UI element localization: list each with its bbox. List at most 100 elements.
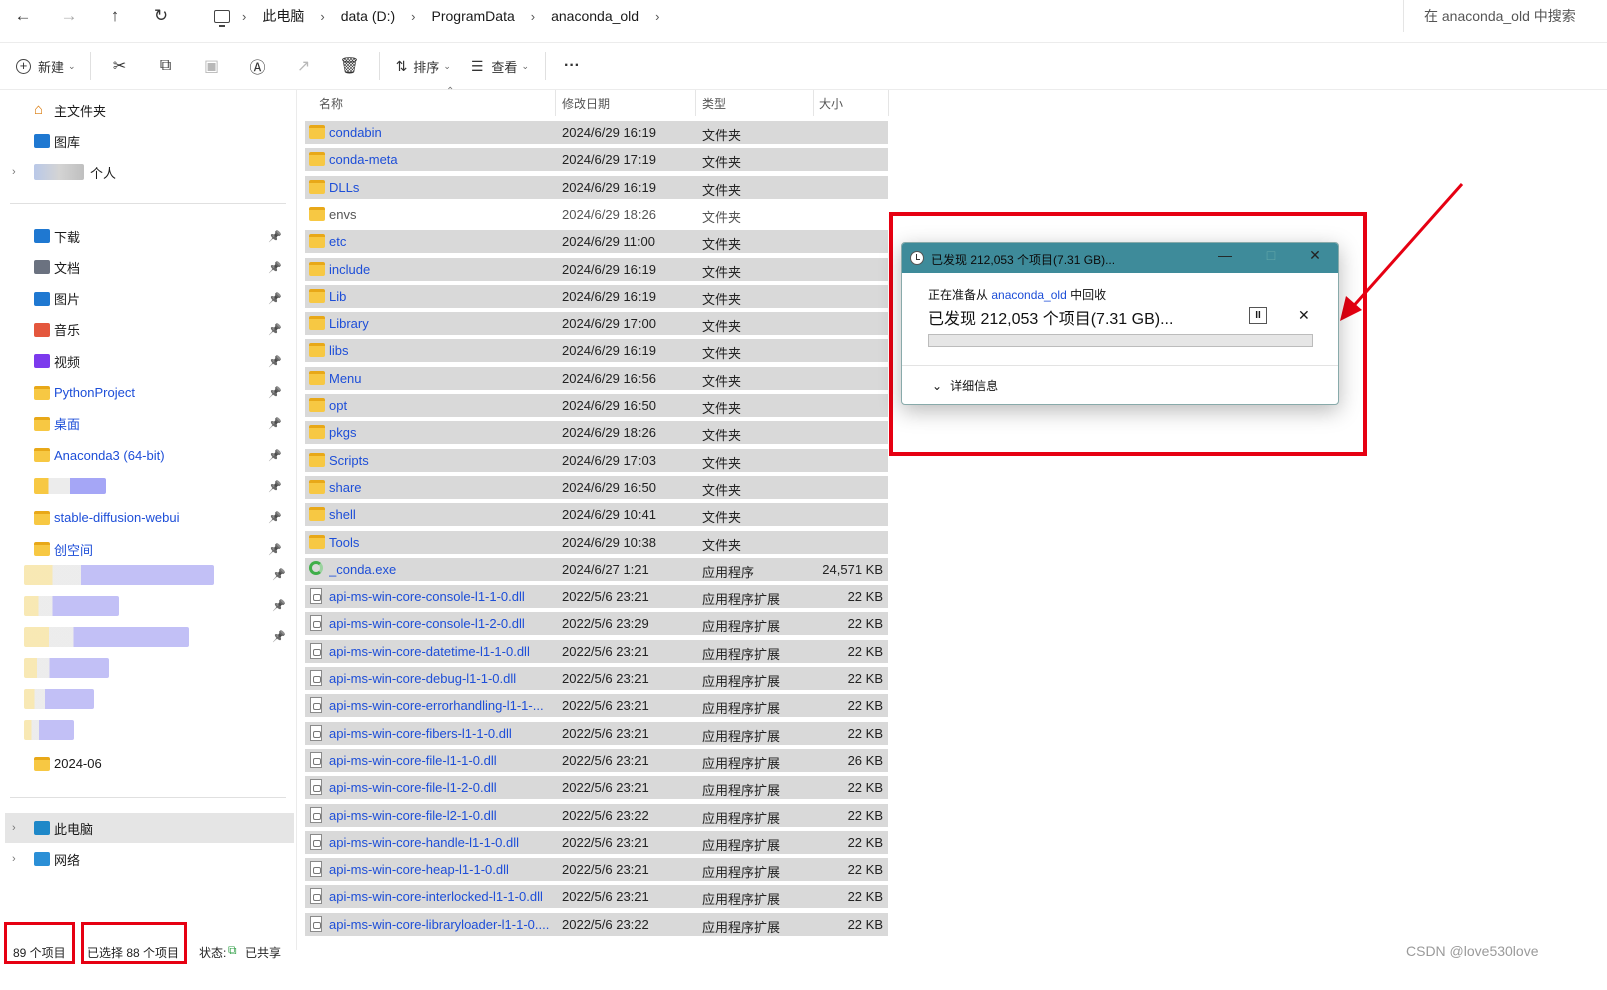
file-row[interactable]: api-ms-win-core-datetime-l1-1-0.dll 2022/… <box>305 639 888 663</box>
sidebar-item-quick-access[interactable]: 创空间 📌 <box>0 534 294 564</box>
chevron-right-icon[interactable]: › <box>236 9 252 24</box>
sidebar-item-quick-access[interactable]: PythonProject 📌 <box>0 378 294 408</box>
sidebar-item-quick-access[interactable]: 视频 📌 <box>0 346 294 376</box>
sidebar-item-quick-access[interactable]: 音乐 📌 <box>0 315 294 345</box>
minimize-button[interactable]: — <box>1210 247 1240 269</box>
cancel-icon-button[interactable]: ✕ <box>1298 307 1310 324</box>
sidebar-item-label: PythonProject <box>54 385 135 400</box>
more-options-button[interactable]: ··· <box>552 48 592 84</box>
file-row[interactable]: api-ms-win-core-heap-l1-1-0.dll 2022/5/6 … <box>305 858 888 882</box>
breadcrumb-item[interactable]: data (D:) <box>331 8 405 24</box>
sidebar-item-personal[interactable]: › 个人 <box>0 157 294 187</box>
file-name: api-ms-win-core-errorhandling-l1-1-... <box>329 698 544 714</box>
rename-button[interactable]: Ⓐ <box>235 48 281 84</box>
file-name: api-ms-win-core-handle-l1-1-0.dll <box>329 834 520 850</box>
dll-file-icon <box>310 888 322 905</box>
delete-button[interactable]: 🗑 <box>327 48 373 84</box>
column-divider[interactable] <box>888 90 889 116</box>
chevron-right-icon[interactable]: › <box>12 822 16 834</box>
sidebar-item-quick-access[interactable]: 📌 <box>0 471 294 501</box>
search-input[interactable]: 在 anaconda_old 中搜索 <box>1403 0 1607 32</box>
chevron-right-icon[interactable]: › <box>649 9 665 24</box>
dialog-title-bar[interactable]: 已发现 212,053 个项目(7.31 GB)... — □ ✕ <box>902 243 1338 273</box>
pause-button[interactable]: II <box>1249 307 1267 324</box>
column-header-date[interactable]: 修改日期 <box>554 90 694 116</box>
file-row[interactable]: api-ms-win-core-interlocked-l1-1-0.dll 20… <box>305 885 888 909</box>
file-row[interactable]: api-ms-win-core-fibers-l1-1-0.dll 2022/5/… <box>305 721 888 745</box>
file-row[interactable]: api-ms-win-core-handle-l1-1-0.dll 2022/5/… <box>305 830 888 854</box>
new-button[interactable]: + 新建 ⌄ <box>16 48 76 84</box>
file-row[interactable]: Menu 2024/6/29 16:56 文件夹 <box>305 366 888 390</box>
sidebar-item-folder[interactable]: 2024-06 <box>0 748 294 778</box>
file-row[interactable]: DLLs 2024/6/29 16:19 文件夹 <box>305 175 888 199</box>
file-row[interactable]: api-ms-win-core-file-l2-1-0.dll 2022/5/6 … <box>305 803 888 827</box>
paste-button[interactable]: ▣ <box>189 48 235 84</box>
forward-button[interactable]: → <box>46 0 92 32</box>
folder-link[interactable]: anaconda_old <box>991 288 1066 302</box>
chevron-right-icon[interactable]: › <box>12 166 16 178</box>
chevron-down-icon: ⌄ <box>443 60 451 71</box>
monitor-icon[interactable] <box>214 9 230 27</box>
file-row[interactable]: api-ms-win-core-console-l1-2-0.dll 2022/5… <box>305 612 888 636</box>
sidebar-item-quick-access[interactable]: 图片 📌 <box>0 284 294 314</box>
file-row[interactable]: include 2024/6/29 16:19 文件夹 <box>305 257 888 281</box>
file-row[interactable]: _conda.exe 2024/6/27 1:21 应用程序 24,571 KB <box>305 557 888 581</box>
column-header-type[interactable]: 类型 <box>694 90 812 116</box>
back-button[interactable]: ← <box>0 0 46 32</box>
maximize-button[interactable]: □ <box>1256 247 1286 269</box>
chevron-right-icon[interactable]: › <box>12 853 16 865</box>
file-row[interactable]: condabin 2024/6/29 16:19 文件夹 <box>305 121 888 144</box>
file-date: 2022/5/6 23:22 <box>562 916 649 932</box>
file-row[interactable]: Library 2024/6/29 17:00 文件夹 <box>305 312 888 336</box>
sidebar-item-gallery[interactable]: 图库 <box>0 126 294 156</box>
file-type: 应用程序扩展 <box>702 592 781 608</box>
file-row[interactable]: Tools 2024/6/29 10:38 文件夹 <box>305 530 888 554</box>
file-row[interactable]: api-ms-win-core-console-l1-1-0.dll 2022/5… <box>305 585 888 609</box>
sidebar-item-network[interactable]: › 网络 <box>0 844 294 874</box>
file-row[interactable]: api-ms-win-core-file-l1-2-0.dll 2022/5/6 … <box>305 776 888 800</box>
chevron-right-icon[interactable]: › <box>314 9 330 24</box>
file-date: 2024/6/29 10:41 <box>562 507 656 523</box>
file-row[interactable]: etc 2024/6/29 11:00 文件夹 <box>305 230 888 254</box>
file-row[interactable]: api-ms-win-core-errorhandling-l1-1-... 20… <box>305 694 888 718</box>
up-button[interactable]: ↑ <box>92 0 138 32</box>
sidebar-item-this-pc[interactable]: › 此电脑 <box>5 813 294 843</box>
file-name: Tools <box>329 534 360 550</box>
file-row[interactable]: Scripts 2024/6/29 17:03 文件夹 <box>305 448 888 472</box>
file-row[interactable]: envs 2024/6/29 18:26 文件夹 <box>305 203 888 226</box>
sidebar-item-quick-access[interactable]: 文档 📌 <box>0 252 294 282</box>
file-row[interactable]: libs 2024/6/29 16:19 文件夹 <box>305 339 888 363</box>
view-button[interactable]: ☰ 查看 ⌄ <box>461 48 539 84</box>
breadcrumb-item[interactable]: 此电脑 <box>252 6 314 26</box>
column-header-size[interactable]: 大小 <box>811 90 887 116</box>
file-row[interactable]: api-ms-win-core-debug-l1-1-0.dll 2022/5/6… <box>305 667 888 690</box>
close-button[interactable]: ✕ <box>1300 247 1330 269</box>
sort-button[interactable]: ⇅ 排序 ⌄ <box>386 48 461 84</box>
file-row[interactable]: share 2024/6/29 16:50 文件夹 <box>305 475 888 499</box>
share-button[interactable]: ↗ <box>281 48 327 84</box>
file-row[interactable]: Lib 2024/6/29 16:19 文件夹 <box>305 284 888 308</box>
sidebar-item-quick-access[interactable]: stable-diffusion-webui 📌 <box>0 503 294 533</box>
cut-button[interactable]: ✂ <box>97 48 143 84</box>
sidebar-item-quick-access[interactable]: 下载 📌 <box>0 221 294 251</box>
file-date: 2022/5/6 23:21 <box>562 834 649 850</box>
chevron-right-icon[interactable]: › <box>525 9 541 24</box>
column-header-name[interactable]: 名称 ⌃ <box>311 86 555 116</box>
redacted-block <box>34 164 84 180</box>
file-row[interactable]: conda-meta 2024/6/29 17:19 文件夹 <box>305 148 888 172</box>
sidebar-item-home[interactable]: ⌂ 主文件夹 <box>0 95 294 125</box>
refresh-button[interactable]: ↻ <box>138 0 184 32</box>
sidebar-item-quick-access[interactable]: 桌面 📌 <box>0 409 294 439</box>
file-row[interactable]: api-ms-win-core-file-l1-1-0.dll 2022/5/6 … <box>305 748 888 772</box>
file-row[interactable]: api-ms-win-core-libraryloader-l1-1-0....… <box>305 912 888 936</box>
file-row[interactable]: shell 2024/6/29 10:41 文件夹 <box>305 503 888 527</box>
breadcrumb-item[interactable]: anaconda_old <box>541 8 649 24</box>
details-toggle[interactable]: ⌄ 详细信息 <box>932 377 998 394</box>
breadcrumb-item[interactable]: ProgramData <box>422 8 525 24</box>
file-name: api-ms-win-core-console-l1-1-0.dll <box>329 589 525 605</box>
file-row[interactable]: pkgs 2024/6/29 18:26 文件夹 <box>305 421 888 445</box>
copy-button[interactable]: ⧉ <box>143 48 189 84</box>
file-row[interactable]: opt 2024/6/29 16:50 文件夹 <box>305 394 888 417</box>
chevron-right-icon[interactable]: › <box>405 9 421 24</box>
sidebar-item-quick-access[interactable]: Anaconda3 (64-bit) 📌 <box>0 440 294 470</box>
